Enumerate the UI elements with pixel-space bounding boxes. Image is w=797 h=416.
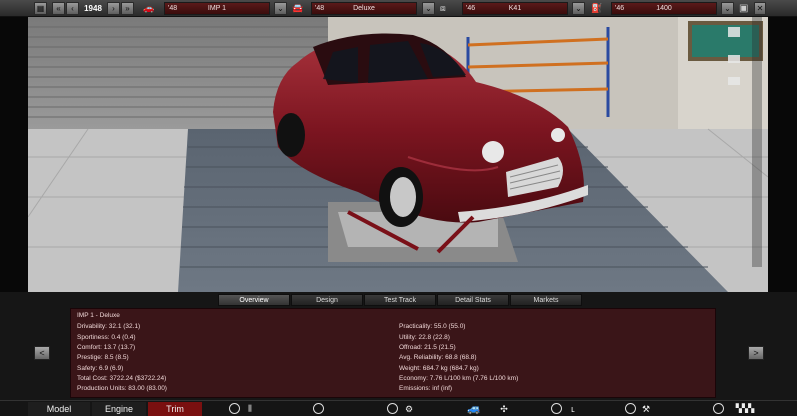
cylinder-icon[interactable] bbox=[229, 403, 240, 414]
engine-name: 1400 bbox=[656, 5, 672, 12]
tools-circle-icon[interactable] bbox=[625, 403, 636, 414]
engine-dropdown-chevron-icon[interactable]: ⌄ bbox=[721, 2, 734, 15]
stat-drivability: Drivability: 32.1 (32.1) bbox=[77, 323, 141, 330]
stat-comfort: Comfort: 13.7 (13.7) bbox=[77, 344, 136, 351]
tab-design[interactable]: Design bbox=[291, 294, 363, 306]
stat-utility: Utility: 22.8 (22.8) bbox=[399, 334, 450, 341]
bottom-nav: Model Engine Trim ⫼ ⚙ 🚙 ✣ ʟ ⚒ ▚▚▚ bbox=[0, 400, 797, 416]
nav-engine[interactable]: Engine bbox=[92, 402, 146, 416]
stat-avg-reliability: Avg. Reliability: 68.8 (68.8) bbox=[399, 354, 477, 361]
car-body-icon[interactable]: 🚙 bbox=[456, 402, 492, 416]
car-model-icon: 🚗 bbox=[143, 3, 155, 13]
next-page-button[interactable]: > bbox=[748, 346, 764, 360]
info-tabs: Overview Design Test Track Detail Stats … bbox=[218, 294, 583, 306]
wheel-icon[interactable] bbox=[313, 403, 324, 414]
gearbox-icon[interactable]: ⚙ bbox=[402, 402, 416, 416]
nav-trim[interactable]: Trim bbox=[148, 402, 202, 416]
current-year: 1948 bbox=[84, 4, 102, 13]
finish-icon[interactable] bbox=[713, 403, 724, 414]
tab-markets[interactable]: Markets bbox=[510, 294, 582, 306]
stat-practicality: Practicality: 55.0 (55.0) bbox=[399, 323, 466, 330]
stats-title: IMP 1 - Deluxe bbox=[77, 312, 120, 319]
pistons-icon[interactable]: ⫼ bbox=[243, 402, 257, 416]
engine-icon: ⛽ bbox=[591, 3, 603, 13]
right-margin bbox=[768, 17, 797, 292]
save-icon[interactable]: ▣ bbox=[739, 2, 751, 15]
model-name: IMP 1 bbox=[207, 5, 227, 12]
car-viewport[interactable] bbox=[28, 17, 768, 292]
close-button[interactable]: ✕ bbox=[754, 2, 766, 15]
wrench-icon[interactable]: ⚒ bbox=[640, 402, 652, 416]
steering-wheel-icon[interactable] bbox=[551, 403, 562, 414]
stats-panel: IMP 1 - Deluxe Drivability: 32.1 (32.1) … bbox=[70, 308, 716, 398]
trim-selector[interactable]: '48 Deluxe bbox=[311, 2, 417, 15]
trim-dropdown-chevron-icon[interactable]: ⌄ bbox=[422, 2, 435, 15]
stat-safety: Safety: 6.9 (6.9) bbox=[77, 365, 124, 372]
stat-prestige: Prestige: 8.5 (8.5) bbox=[77, 354, 129, 361]
stat-total-cost: Total Cost: 3722.24 ($3722.24) bbox=[77, 375, 167, 382]
tab-detail-stats[interactable]: Detail Stats bbox=[437, 294, 509, 306]
trim-car-icon: 🚘 bbox=[292, 3, 304, 13]
model-dropdown-chevron-icon[interactable]: ⌄ bbox=[274, 2, 287, 15]
chassis-dropdown-chevron-icon[interactable]: ⌄ bbox=[572, 2, 585, 15]
model-selector[interactable]: '48 IMP 1 bbox=[164, 2, 270, 15]
prev-year-button[interactable]: ‹ bbox=[66, 2, 79, 15]
tab-overview[interactable]: Overview bbox=[218, 294, 290, 306]
calendar-icon[interactable]: ▦ bbox=[34, 2, 47, 15]
stat-emissions: Emissions: inf (inf) bbox=[399, 385, 453, 392]
fan-icon[interactable]: ✣ bbox=[497, 402, 511, 416]
chassis-icon: ⧈ bbox=[440, 3, 446, 13]
seat-icon[interactable]: ʟ bbox=[567, 402, 579, 416]
tab-test-track[interactable]: Test Track bbox=[364, 294, 436, 306]
first-year-button[interactable]: « bbox=[52, 2, 65, 15]
nav-model[interactable]: Model bbox=[28, 402, 90, 416]
engine-selector[interactable]: '46 1400 bbox=[611, 2, 717, 15]
stat-offroad: Offroad: 21.5 (21.5) bbox=[399, 344, 456, 351]
next-year-button[interactable]: › bbox=[107, 2, 120, 15]
garage-scene bbox=[28, 17, 768, 292]
trim-name: Deluxe bbox=[353, 5, 375, 12]
stat-economy: Economy: 7.76 L/100 km (7.76 L/100 km) bbox=[399, 375, 519, 382]
stat-sportiness: Sportiness: 0.4 (0.4) bbox=[77, 334, 136, 341]
checkered-flag-icon[interactable]: ▚▚▚ bbox=[727, 402, 763, 416]
prev-page-button[interactable]: < bbox=[34, 346, 50, 360]
stat-weight: Weight: 684.7 kg (684.7 kg) bbox=[399, 365, 479, 372]
last-year-button[interactable]: » bbox=[121, 2, 134, 15]
chassis-name: K41 bbox=[508, 5, 522, 12]
top-toolbar: ▦ « ‹ 1948 › » 🚗 '48 IMP 1 ⌄ 🚘 '48 Delux… bbox=[0, 0, 797, 17]
cancel-circle-icon[interactable] bbox=[387, 403, 398, 414]
left-margin bbox=[0, 17, 28, 292]
stat-production-units: Production Units: 83.00 (83.00) bbox=[77, 385, 167, 392]
chassis-selector[interactable]: '46 K41 bbox=[462, 2, 568, 15]
